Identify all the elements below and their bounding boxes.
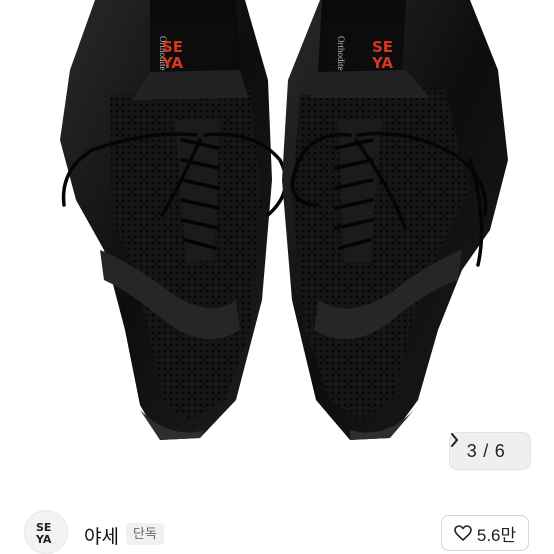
- right-shoe: Orthodite SE YA: [282, 0, 508, 440]
- left-shoe: Orthodite SE YA: [60, 0, 288, 440]
- svg-text:Orthodite: Orthodite: [336, 36, 346, 71]
- svg-text:YA: YA: [371, 54, 393, 72]
- brand-logo-left: SE YA: [161, 38, 183, 72]
- like-button[interactable]: 5.6만: [441, 515, 529, 551]
- product-image-gallery[interactable]: Orthodite SE YA Orthodite SE YA 3 / 6: [0, 0, 554, 492]
- counter-current: 3: [466, 440, 478, 461]
- heart-outline-icon: [454, 525, 472, 541]
- exclusive-badge: 단독: [126, 523, 164, 545]
- shop-logo-icon: SE YA: [35, 521, 52, 545]
- product-photo-sneakers: Orthodite SE YA Orthodite SE YA: [60, 0, 508, 440]
- brand-logo-right: SE YA: [371, 38, 393, 72]
- image-counter-next-button[interactable]: 3 / 6: [449, 432, 531, 470]
- svg-text:YA: YA: [161, 54, 183, 72]
- shop-avatar[interactable]: SE YA: [24, 510, 68, 554]
- like-count: 5.6만: [476, 525, 517, 545]
- counter-separator: /: [483, 440, 489, 461]
- shop-name[interactable]: 야세: [84, 522, 119, 549]
- svg-text:YA: YA: [35, 533, 52, 545]
- counter-total: 6: [494, 440, 506, 461]
